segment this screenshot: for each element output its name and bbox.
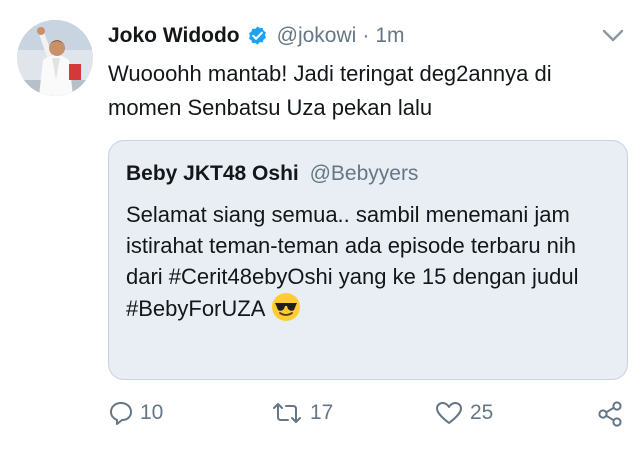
share-icon bbox=[598, 401, 622, 427]
reply-icon bbox=[110, 402, 132, 425]
retweet-button[interactable]: 17 bbox=[270, 400, 333, 426]
quoted-author-handle: @Bebyyers bbox=[309, 162, 419, 185]
author-handle[interactable]: @jokowi bbox=[277, 24, 357, 48]
quoted-author-name: Beby JKT48 Oshi bbox=[126, 162, 299, 185]
reply-button[interactable]: 10 bbox=[108, 400, 163, 426]
share-button[interactable] bbox=[596, 400, 624, 428]
quoted-tweet-card[interactable]: Beby JKT48 Oshi @Bebyyers Selamat siang … bbox=[108, 140, 628, 380]
author-name[interactable]: Joko Widodo bbox=[108, 24, 240, 48]
tweet-header: Joko Widodo @jokowi · 1m bbox=[108, 22, 405, 50]
timestamp[interactable]: 1m bbox=[375, 24, 404, 48]
like-button[interactable]: 25 bbox=[434, 400, 493, 426]
sunglasses-emoji-icon bbox=[271, 292, 301, 322]
chevron-down-icon[interactable] bbox=[600, 26, 626, 46]
avatar[interactable] bbox=[17, 20, 93, 96]
reply-count: 10 bbox=[140, 401, 164, 424]
heart-icon bbox=[436, 402, 462, 424]
quoted-tweet-text: Selamat siang semua.. sambil menemani ja… bbox=[126, 202, 579, 321]
verified-badge-icon bbox=[246, 25, 269, 48]
avatar-image bbox=[17, 20, 93, 96]
separator-dot: · bbox=[362, 24, 370, 47]
tweet-text: Wuooohh mantab! Jadi teringat deg2annya … bbox=[108, 61, 552, 120]
retweet-icon bbox=[273, 403, 301, 423]
quoted-tweet-header: Beby JKT48 Oshi @Bebyyers bbox=[126, 162, 418, 186]
quoted-tweet-text-container: Selamat siang semua.. sambil menemani ja… bbox=[126, 199, 616, 324]
retweet-count: 17 bbox=[310, 401, 334, 424]
like-count: 25 bbox=[470, 401, 494, 424]
tweet-actions: 10 17 25 bbox=[0, 396, 640, 436]
